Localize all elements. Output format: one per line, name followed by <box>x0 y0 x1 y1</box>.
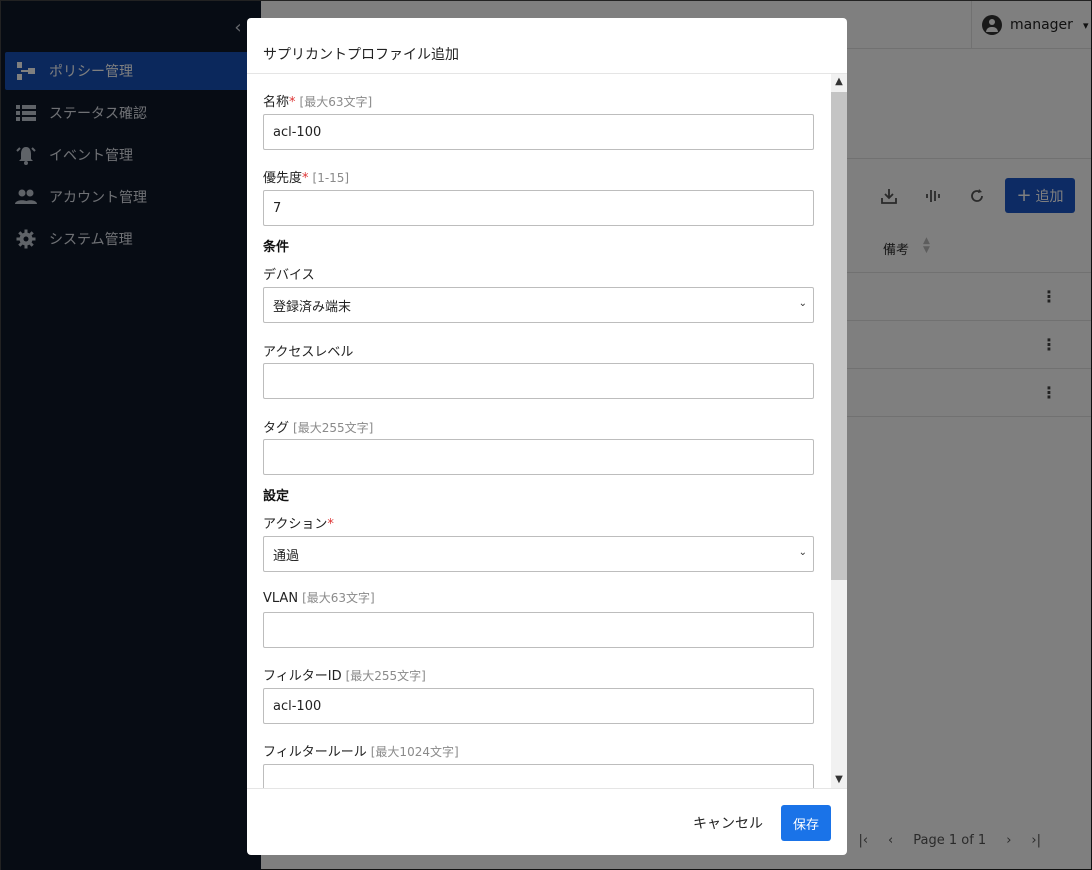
dialog-title: サプリカントプロファイル追加 <box>247 18 847 74</box>
filter-id-hint: [最大255文字] <box>345 669 426 683</box>
filter-rule-label: フィルタールール [最大1024文字] <box>263 745 459 760</box>
add-supplicant-profile-dialog: サプリカントプロファイル追加 名称* [最大63文字] acl-100 優先度*[… <box>247 18 847 855</box>
action-select[interactable]: 通過 ⌄ <box>263 536 814 572</box>
device-label: デバイス <box>263 268 315 283</box>
dialog-body: 名称* [最大63文字] acl-100 優先度* [1-15] 7 条件 デバイス… <box>247 74 831 788</box>
cancel-button[interactable]: キャンセル <box>693 813 763 833</box>
access-level-label: アクセスレベル <box>263 345 354 360</box>
name-hint: [最大63文字] <box>299 95 373 109</box>
device-select[interactable]: 登録済み端末 ⌄ <box>263 287 814 323</box>
required-mark: * <box>289 95 296 110</box>
condition-section-title: 条件 <box>263 240 290 255</box>
tag-input[interactable] <box>263 439 814 475</box>
priority-hint: [1-15] <box>312 171 350 185</box>
scroll-down-icon[interactable]: ▼ <box>831 772 847 788</box>
required-mark: * <box>302 171 309 186</box>
dialog-footer: キャンセル 保存 <box>247 788 847 855</box>
filter-rule-hint: [最大1024文字] <box>370 745 459 759</box>
save-button[interactable]: 保存 <box>781 805 831 841</box>
dialog-scrollbar[interactable]: ▲ ▼ <box>831 74 847 788</box>
required-mark: * <box>327 517 334 532</box>
priority-input[interactable]: 7 <box>263 190 814 226</box>
filter-id-input[interactable]: acl-100 <box>263 688 814 724</box>
chevron-down-icon: ⌄ <box>798 298 807 309</box>
access-level-input[interactable] <box>263 363 814 399</box>
app-window: ‹ ポリシー管理 ステータス確認 イベント管理 <box>0 0 1092 870</box>
filter-id-label: フィルターID [最大255文字] <box>263 669 426 684</box>
tag-hint: [最大255文字] <box>293 421 374 435</box>
scrollbar-thumb[interactable] <box>831 92 847 580</box>
name-input[interactable]: acl-100 <box>263 114 814 150</box>
vlan-label: VLAN [最大63文字] <box>263 591 375 606</box>
action-label: アクション* <box>263 517 334 532</box>
chevron-down-icon: ⌄ <box>798 547 807 558</box>
filter-rule-input[interactable] <box>263 764 814 788</box>
name-label: 名称* [最大63文字] <box>263 95 373 110</box>
settings-section-title: 設定 <box>263 489 290 504</box>
device-select-value: 登録済み端末 <box>273 299 352 315</box>
action-select-value: 通過 <box>273 548 300 564</box>
tag-label: タグ [最大255文字] <box>263 421 374 436</box>
priority-label: 優先度* [1-15] <box>263 171 350 186</box>
vlan-hint: [最大63文字] <box>302 591 375 605</box>
vlan-input[interactable] <box>263 612 814 648</box>
scroll-up-icon[interactable]: ▲ <box>831 74 847 90</box>
